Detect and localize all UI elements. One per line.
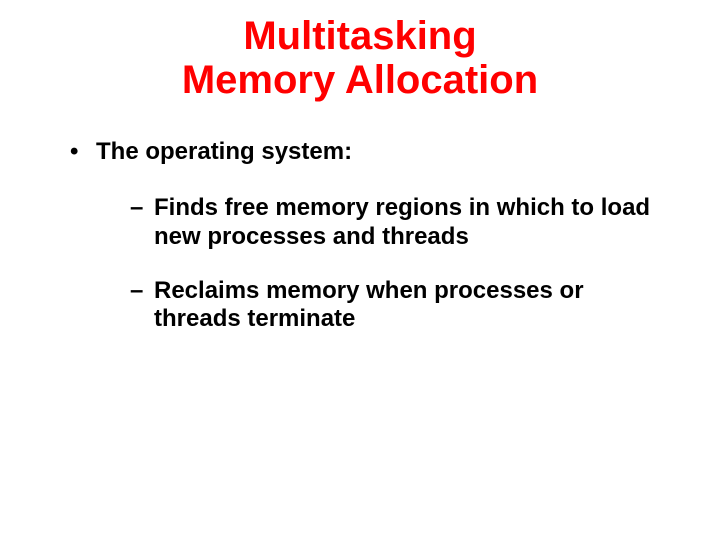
bullet-level1: • The operating system: <box>70 138 660 166</box>
bullet-marker-dot-icon: • <box>70 138 96 166</box>
bullet-marker-dash-icon: – <box>130 194 154 222</box>
title-line-1: Multitasking <box>243 14 476 58</box>
bullet-level2: – Reclaims memory when processes or thre… <box>130 277 660 334</box>
bullet-marker-dash-icon: – <box>130 277 154 305</box>
bullet-level1-text: The operating system: <box>96 138 352 166</box>
bullet-level2-text: Finds free memory regions in which to lo… <box>154 194 660 251</box>
slide-title: Multitasking Memory Allocation <box>60 14 660 102</box>
bullet-level2-text: Reclaims memory when processes or thread… <box>154 277 660 334</box>
slide: Multitasking Memory Allocation • The ope… <box>0 0 720 540</box>
title-line-2: Memory Allocation <box>182 58 538 102</box>
bullet-level2: – Finds free memory regions in which to … <box>130 194 660 251</box>
